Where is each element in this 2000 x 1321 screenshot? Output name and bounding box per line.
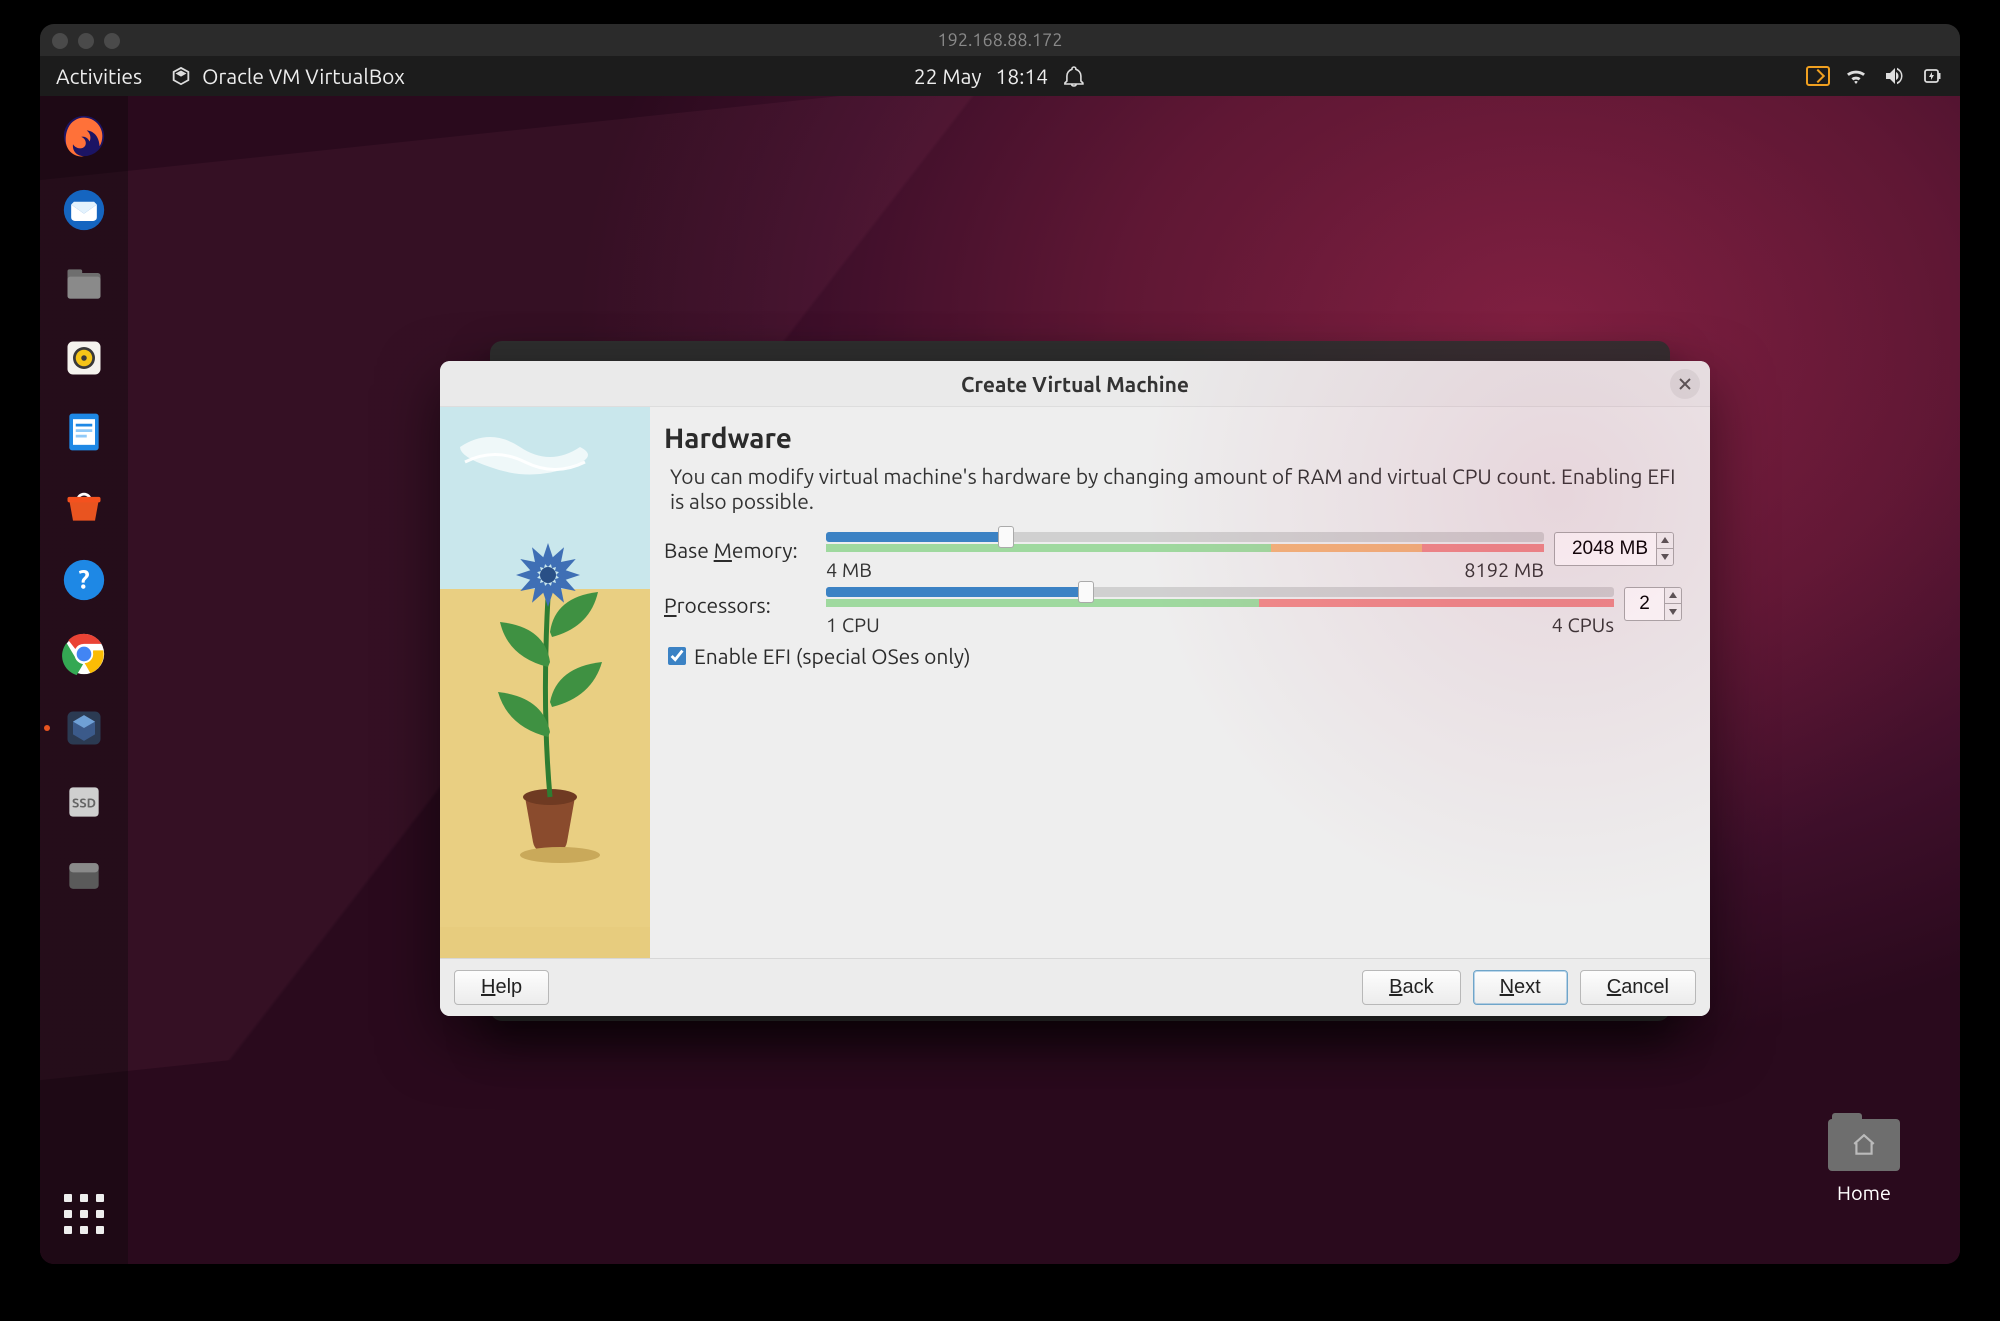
base-memory-slider[interactable] — [826, 532, 1544, 542]
enable-efi-checkbox[interactable] — [668, 647, 686, 665]
wifi-icon[interactable] — [1844, 64, 1868, 88]
dialog-heading: Hardware — [664, 423, 1684, 454]
processors-row: Processors: 1 CPU 4 CPUs — [664, 587, 1684, 636]
svg-text:?: ? — [78, 564, 89, 593]
dock-ubuntu-software[interactable] — [54, 476, 114, 536]
dock-virtualbox[interactable] — [54, 698, 114, 758]
system-status-area[interactable] — [1806, 64, 1944, 88]
dock-libreoffice-writer[interactable] — [54, 402, 114, 462]
dock-rhythmbox[interactable] — [54, 328, 114, 388]
notifications-icon[interactable] — [1062, 64, 1086, 88]
help-button[interactable]: Help — [454, 970, 549, 1005]
dock: ? SSD — [40, 96, 128, 1264]
dock-files[interactable] — [54, 254, 114, 314]
base-memory-spinbox[interactable] — [1554, 532, 1684, 566]
activities-button[interactable]: Activities — [56, 64, 142, 88]
remote-host-label: 192.168.88.172 — [938, 30, 1063, 50]
date-label: 22 May — [914, 64, 982, 88]
enable-efi-label[interactable]: Enable EFI (special OSes only) — [694, 644, 971, 668]
volume-icon[interactable] — [1882, 64, 1906, 88]
desktop-home-folder[interactable]: Home — [1828, 1113, 1900, 1204]
dock-thunderbird[interactable] — [54, 180, 114, 240]
dialog-description: You can modify virtual machine's hardwar… — [670, 464, 1678, 514]
dialog-sidebar-illustration — [440, 407, 650, 958]
clock-area[interactable]: 22 May 18:14 — [914, 64, 1086, 88]
memory-step-up-button[interactable] — [1657, 533, 1673, 550]
create-vm-dialog: Create Virtual Machine — [440, 361, 1710, 1016]
screen-sharing-icon[interactable] — [1806, 66, 1830, 86]
base-memory-input[interactable] — [1554, 532, 1656, 566]
enable-efi-row: Enable EFI (special OSes only) — [668, 644, 1684, 668]
window-minimize-icon[interactable] — [78, 33, 94, 49]
apps-grid-icon — [64, 1194, 104, 1234]
processors-slider[interactable] — [826, 587, 1614, 597]
desktop-home-label: Home — [1828, 1181, 1900, 1204]
remote-session-titlebar: 192.168.88.172 — [40, 24, 1960, 56]
desktop-background: ? SSD Home Create Virtual Machine — [40, 96, 1960, 1264]
dialog-content: Hardware You can modify virtual machine'… — [650, 407, 1710, 958]
window-maximize-icon[interactable] — [104, 33, 120, 49]
processors-input[interactable] — [1624, 587, 1664, 621]
dock-firefox[interactable] — [54, 106, 114, 166]
close-icon — [1678, 377, 1692, 391]
back-button[interactable]: Back — [1362, 970, 1460, 1005]
dialog-close-button[interactable] — [1670, 369, 1700, 399]
gnome-top-bar: Activities Oracle VM VirtualBox 22 May 1… — [40, 56, 1960, 96]
current-app-label: Oracle VM VirtualBox — [202, 64, 405, 88]
battery-icon[interactable] — [1920, 64, 1944, 88]
cpu-step-up-button[interactable] — [1665, 588, 1681, 605]
memory-step-down-button[interactable] — [1657, 549, 1673, 565]
dock-google-chrome[interactable] — [54, 624, 114, 684]
processors-spinbox[interactable] — [1624, 587, 1684, 621]
dialog-title-label: Create Virtual Machine — [961, 372, 1189, 396]
dock-unknown-app[interactable] — [54, 846, 114, 906]
memory-min-label: 4 MB — [826, 558, 872, 581]
dialog-footer: Help Back Next Cancel — [440, 958, 1710, 1016]
window-close-icon[interactable] — [52, 33, 68, 49]
remote-session-window: 192.168.88.172 Activities Oracle VM Virt… — [40, 24, 1960, 1264]
processors-label: Processors: — [664, 587, 816, 617]
cpu-min-label: 1 CPU — [826, 613, 880, 636]
dock-disk-ssd[interactable]: SSD — [54, 772, 114, 832]
current-app-menu[interactable]: Oracle VM VirtualBox — [170, 64, 405, 88]
svg-text:SSD: SSD — [72, 797, 96, 811]
time-label: 18:14 — [996, 64, 1049, 88]
cpu-max-label: 4 CPUs — [1552, 613, 1614, 636]
cpu-step-down-button[interactable] — [1665, 604, 1681, 620]
window-controls[interactable] — [52, 33, 120, 49]
virtualbox-app-icon — [170, 65, 192, 87]
next-button[interactable]: Next — [1473, 970, 1568, 1005]
memory-max-label: 8192 MB — [1464, 558, 1544, 581]
show-applications-button[interactable] — [54, 1184, 114, 1244]
base-memory-label: Base Memory: — [664, 532, 816, 562]
folder-icon — [1828, 1113, 1900, 1171]
dock-help[interactable]: ? — [54, 550, 114, 610]
dialog-titlebar[interactable]: Create Virtual Machine — [440, 361, 1710, 407]
base-memory-row: Base Memory: 4 MB 8192 MB — [664, 532, 1684, 581]
cancel-button[interactable]: Cancel — [1580, 970, 1696, 1005]
